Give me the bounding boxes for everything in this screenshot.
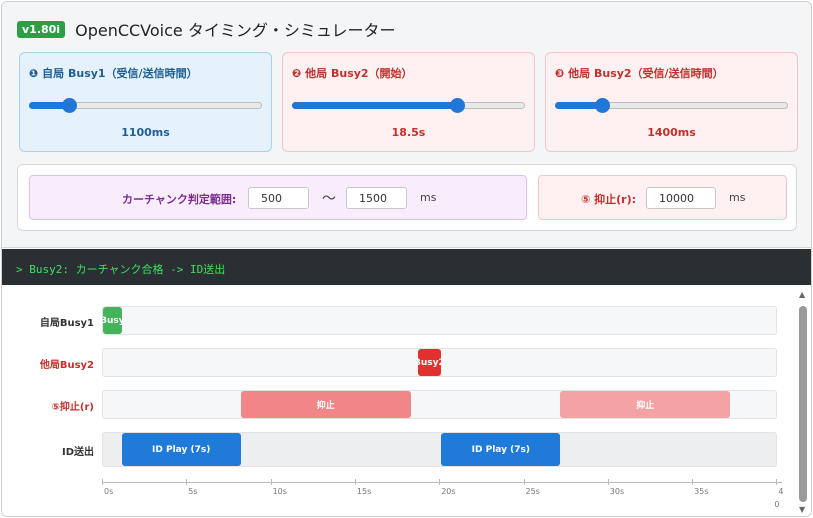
axis-tick-label: 30s	[609, 487, 625, 496]
axis-tick	[270, 479, 272, 485]
timeline-lane: Busy	[102, 306, 777, 335]
row-label: 自局Busy1	[39, 317, 94, 329]
timeline-lane: Busy2	[102, 348, 777, 377]
busy2-duration-slider[interactable]	[555, 97, 788, 113]
busy2-duration-title: ❸ 他局 Busy2（受信/送信時間）	[555, 67, 724, 80]
axis-tick	[186, 479, 188, 485]
version-badge: v1.80i	[17, 20, 66, 38]
scrollbar[interactable]: ▲ ▼	[798, 288, 808, 516]
busy1-title: ❶ 自局 Busy1（受信/送信時間）	[29, 67, 198, 80]
axis-tick-label: 0s	[104, 487, 114, 496]
axis-tick	[607, 479, 609, 485]
busy2-start-slider[interactable]	[292, 97, 525, 113]
scroll-down-icon[interactable]: ▼	[799, 505, 805, 514]
timeline-block: 抑止	[560, 391, 731, 418]
busy1-card: ❶ 自局 Busy1（受信/送信時間） 1100ms	[19, 52, 272, 152]
slider-thumb[interactable]	[594, 98, 610, 113]
axis-tick	[523, 479, 525, 485]
row-label: ⑤抑止(r)	[51, 401, 94, 413]
settings-box: カーチャンク判定範囲: 〜 ms ⑤ 抑止(r): ms	[17, 164, 797, 231]
row-label: ID送出	[61, 446, 94, 458]
busy2-duration-value: 1400ms	[647, 126, 696, 139]
busy2-start-title: ❷ 他局 Busy2（開始）	[292, 67, 413, 80]
axis-tick-label: 5s	[188, 487, 198, 496]
suppress-input[interactable]	[646, 187, 716, 209]
controls-area: v1.80i OpenCCVoice タイミング・シミュレーター ❶ 自局 Bu…	[2, 2, 811, 248]
time-axis	[102, 482, 782, 483]
axis-tick-label: 10s	[272, 487, 287, 496]
slider-thumb[interactable]	[61, 98, 77, 113]
row-label: 他局Busy2	[39, 359, 94, 371]
carrier-unit: ms	[420, 191, 437, 204]
scroll-up-icon[interactable]: ▲	[799, 290, 805, 299]
header: v1.80i OpenCCVoice タイミング・シミュレーター	[17, 19, 396, 40]
axis-tick	[776, 479, 778, 485]
range-tilde: 〜	[322, 191, 336, 207]
timeline-block: Busy2	[417, 349, 442, 376]
busy1-value: 1100ms	[121, 126, 170, 139]
suppress-label: ⑤ 抑止(r):	[581, 193, 637, 206]
busy2-start-value: 18.5s	[391, 126, 426, 139]
status-bar: > Busy2: カーチャンク合格 -> ID送出	[2, 249, 811, 285]
timeline-lane: 抑止 抑止	[102, 390, 777, 419]
busy2-start-card: ❷ 他局 Busy2（開始） 18.5s	[282, 52, 535, 152]
carrier-chunk-box: カーチャンク判定範囲: 〜 ms	[29, 175, 527, 220]
timeline-block: Busy	[103, 307, 122, 334]
axis-tick	[439, 479, 441, 485]
scroll-thumb[interactable]	[799, 306, 807, 502]
carrier-min-input[interactable]	[248, 187, 309, 209]
axis-tick	[354, 479, 356, 485]
suppress-box: ⑤ 抑止(r): ms	[538, 175, 787, 220]
slider-thumb[interactable]	[450, 98, 466, 113]
carrier-chunk-label: カーチャンク判定範囲:	[122, 193, 237, 206]
app-title: OpenCCVoice タイミング・シミュレーター	[75, 21, 396, 40]
busy2-duration-card: ❸ 他局 Busy2（受信/送信時間） 1400ms	[545, 52, 798, 152]
axis-tick-label: 15s	[356, 487, 372, 496]
axis-tick-label: 20s	[441, 487, 456, 496]
suppress-unit: ms	[729, 191, 746, 204]
slider-fill	[292, 102, 458, 109]
timeline-lane: ID Play (7s) ID Play (7s)	[102, 432, 777, 467]
axis-tick	[692, 479, 694, 485]
timeline-block: 抑止	[240, 391, 411, 418]
timeline-block: ID Play (7s)	[121, 433, 241, 466]
axis-tick-label: 25s	[525, 487, 540, 496]
carrier-max-input[interactable]	[346, 187, 407, 209]
status-text: > Busy2: カーチャンク合格 -> ID送出	[16, 263, 226, 276]
axis-tick-label: 4	[778, 487, 784, 496]
timeline-chart: ▲ ▼ 自局Busy1 Busy 他局Busy2 Busy2 ⑤抑止(r) 抑止 抑止 ID送…	[2, 286, 811, 516]
axis-tick-label: 35s	[694, 487, 709, 496]
axis-tick-label: 0	[774, 500, 780, 509]
axis-tick	[102, 479, 103, 485]
busy1-slider[interactable]	[29, 97, 262, 113]
simulator-panel: v1.80i OpenCCVoice タイミング・シミュレーター ❶ 自局 Bu…	[1, 1, 812, 517]
timeline-block: ID Play (7s)	[441, 433, 561, 466]
